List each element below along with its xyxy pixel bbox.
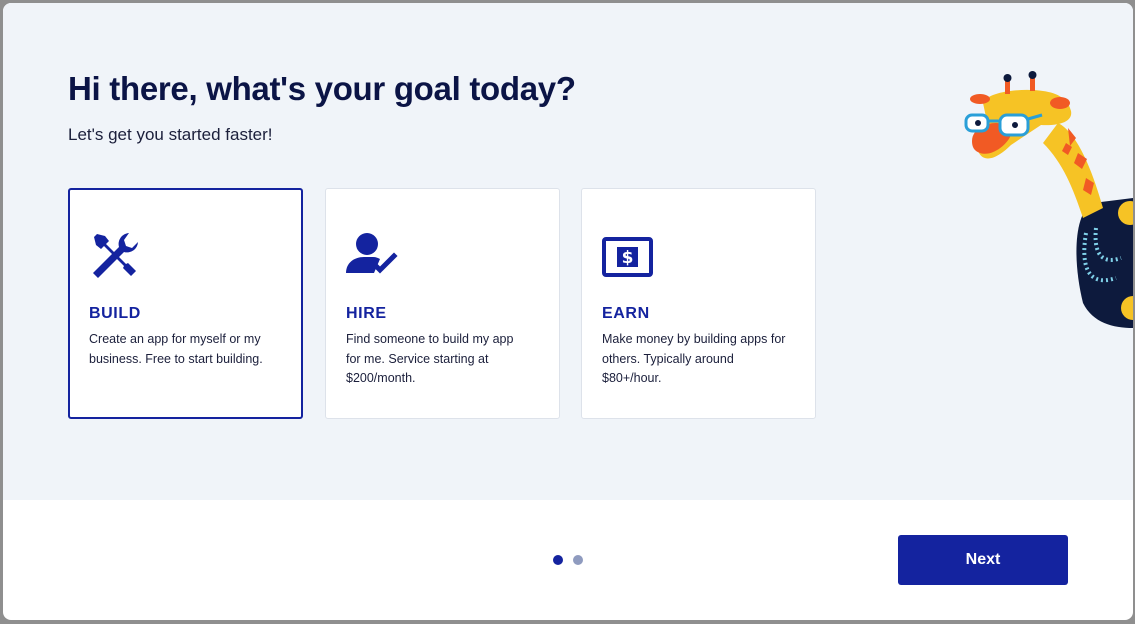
svg-text:$: $ — [622, 248, 634, 268]
goal-card-description: Find someone to build my app for me. Ser… — [346, 332, 514, 385]
person-check-icon — [346, 233, 398, 274]
goal-selection-panel: Hi there, what's your goal today? Let's … — [3, 3, 1133, 500]
page-subtitle: Let's get you started faster! — [68, 125, 273, 144]
goal-card-label: BUILD — [89, 305, 141, 322]
goal-card-earn[interactable]: $ EARN Make money by building apps for o… — [581, 188, 816, 419]
pagination-dots — [553, 555, 583, 565]
next-button[interactable]: Next — [898, 535, 1068, 585]
onboarding-modal: Hi there, what's your goal today? Let's … — [3, 3, 1133, 620]
page-dot-2[interactable] — [573, 555, 583, 565]
goal-card-label: HIRE — [346, 305, 387, 322]
goal-card-build[interactable]: BUILD Create an app for myself or my bus… — [68, 188, 303, 419]
tools-icon — [93, 233, 138, 278]
goal-card-description: Create an app for myself or my business.… — [89, 332, 263, 366]
giraffe-illustration — [964, 71, 1133, 328]
goal-card-description: Make money by building apps for others. … — [602, 332, 786, 385]
goal-card-label: EARN — [602, 305, 650, 322]
goal-card-hire[interactable]: HIRE Find someone to build my app for me… — [325, 188, 560, 419]
page-title: Hi there, what's your goal today? — [68, 70, 576, 107]
page-dot-1[interactable] — [553, 555, 563, 565]
dollar-bill-icon: $ — [602, 237, 653, 277]
